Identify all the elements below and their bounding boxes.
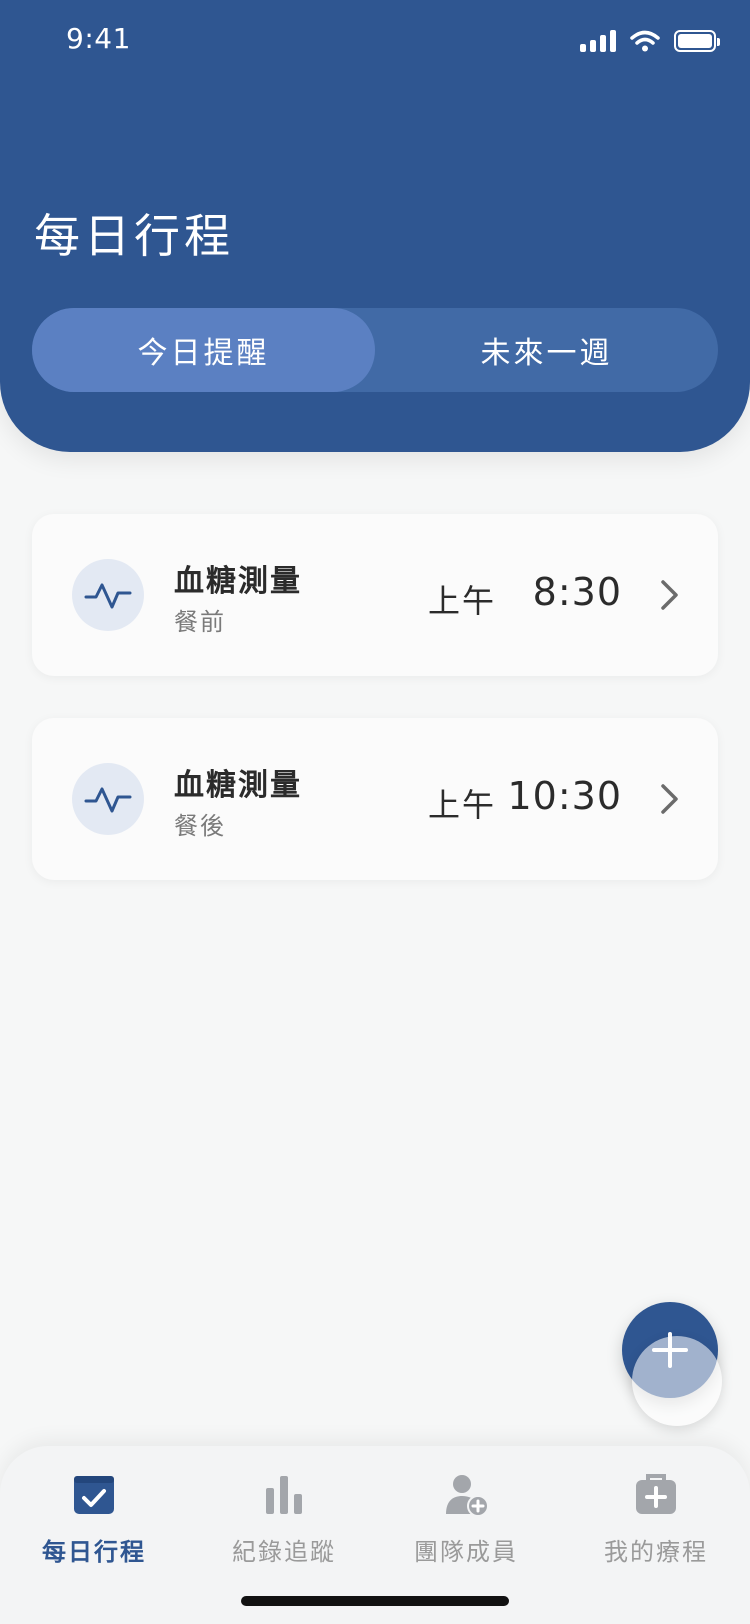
bar-chart-icon: [266, 1476, 302, 1514]
nav-label: 紀錄追蹤: [232, 1538, 336, 1566]
nav-label: 團隊成員: [414, 1538, 518, 1566]
medical-kit-icon: [636, 1474, 676, 1514]
reminder-card[interactable]: 血糖測量 餐前 上午 8:30: [32, 514, 718, 676]
chevron-right-icon: [661, 580, 678, 610]
home-indicator: [241, 1596, 509, 1606]
status-time: 9:41: [66, 22, 131, 55]
nav-item-my-treatment[interactable]: 我的療程: [566, 1470, 746, 1580]
wifi-icon: [630, 30, 660, 52]
status-bar: 9:41: [0, 0, 750, 86]
reminder-card[interactable]: 血糖測量 餐後 上午 10:30: [32, 718, 718, 880]
add-user-icon: [446, 1475, 489, 1517]
nav-label: 我的療程: [604, 1538, 708, 1566]
nav-item-records[interactable]: 紀錄追蹤: [194, 1470, 374, 1580]
header: 9:41 每日行程 今日提醒 未來一週: [0, 0, 750, 452]
calendar-check-icon: [74, 1476, 114, 1514]
page-title: 每日行程: [34, 209, 234, 263]
reminder-period: 上午: [427, 786, 496, 824]
reminder-time: 10:30: [507, 774, 622, 818]
reminder-title: 血糖測量: [174, 768, 302, 803]
tab-next-week[interactable]: 未來一週: [375, 308, 718, 392]
nav-label: 每日行程: [42, 1538, 146, 1566]
reminder-subtitle: 餐後: [174, 812, 226, 840]
tab-today-reminders[interactable]: 今日提醒: [32, 308, 375, 392]
fab-ripple: [632, 1336, 722, 1426]
pulse-icon: [72, 763, 144, 835]
screen: 9:41 每日行程 今日提醒 未來一週 血糖測量 餐前 上午 8:30 血糖測量…: [0, 0, 750, 1624]
reminder-subtitle: 餐前: [174, 608, 226, 636]
nav-item-daily-schedule[interactable]: 每日行程: [4, 1470, 184, 1580]
nav-item-team[interactable]: 團隊成員: [376, 1470, 556, 1580]
battery-icon: [674, 30, 720, 52]
reminder-time: 8:30: [532, 570, 622, 614]
segmented-control: 今日提醒 未來一週: [32, 308, 718, 392]
chevron-right-icon: [661, 784, 678, 814]
signal-icon: [580, 30, 616, 52]
reminder-period: 上午: [427, 582, 496, 620]
pulse-icon: [72, 559, 144, 631]
reminder-title: 血糖測量: [174, 564, 302, 599]
status-icons: [580, 30, 720, 52]
